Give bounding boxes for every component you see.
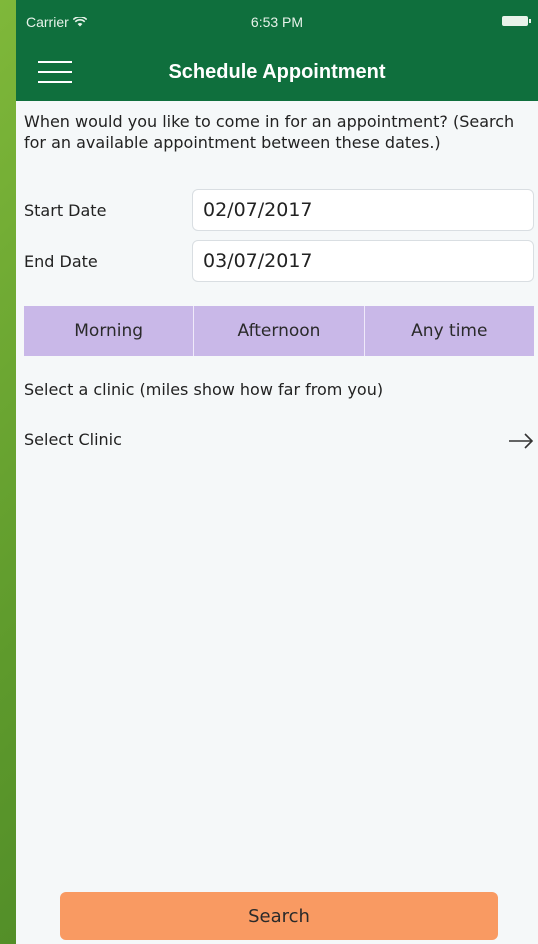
app-screen: Carrier 6:53 PM Schedule Appointment Whe… — [16, 0, 538, 944]
segment-any-time[interactable]: Any time — [365, 306, 534, 356]
carrier-label: Carrier — [26, 14, 69, 30]
clinic-hint-text: Select a clinic (miles show how far from… — [24, 380, 384, 399]
wifi-icon — [72, 17, 87, 27]
search-button[interactable]: Search — [60, 892, 498, 940]
end-date-label: End Date — [24, 252, 98, 271]
select-clinic-label: Select Clinic — [24, 430, 122, 449]
hamburger-menu-icon[interactable] — [38, 60, 74, 86]
time-of-day-selector: Morning Afternoon Any time — [24, 306, 534, 356]
status-bar: Carrier 6:53 PM — [16, 0, 538, 46]
navigation-bar: Schedule Appointment — [16, 46, 538, 101]
segment-morning[interactable]: Morning — [24, 306, 195, 356]
segment-afternoon[interactable]: Afternoon — [194, 306, 365, 356]
status-time: 6:53 PM — [250, 14, 304, 30]
status-carrier: Carrier — [26, 14, 87, 30]
intro-text: When would you like to come in for an ap… — [24, 112, 515, 152]
start-date-input[interactable] — [192, 189, 534, 231]
page-title: Schedule Appointment — [168, 61, 386, 83]
arrow-right-icon — [509, 433, 534, 449]
select-clinic-row[interactable]: Select Clinic — [16, 421, 538, 461]
battery-icon — [502, 16, 531, 26]
start-date-label: Start Date — [24, 201, 107, 220]
end-date-input[interactable] — [192, 240, 534, 282]
